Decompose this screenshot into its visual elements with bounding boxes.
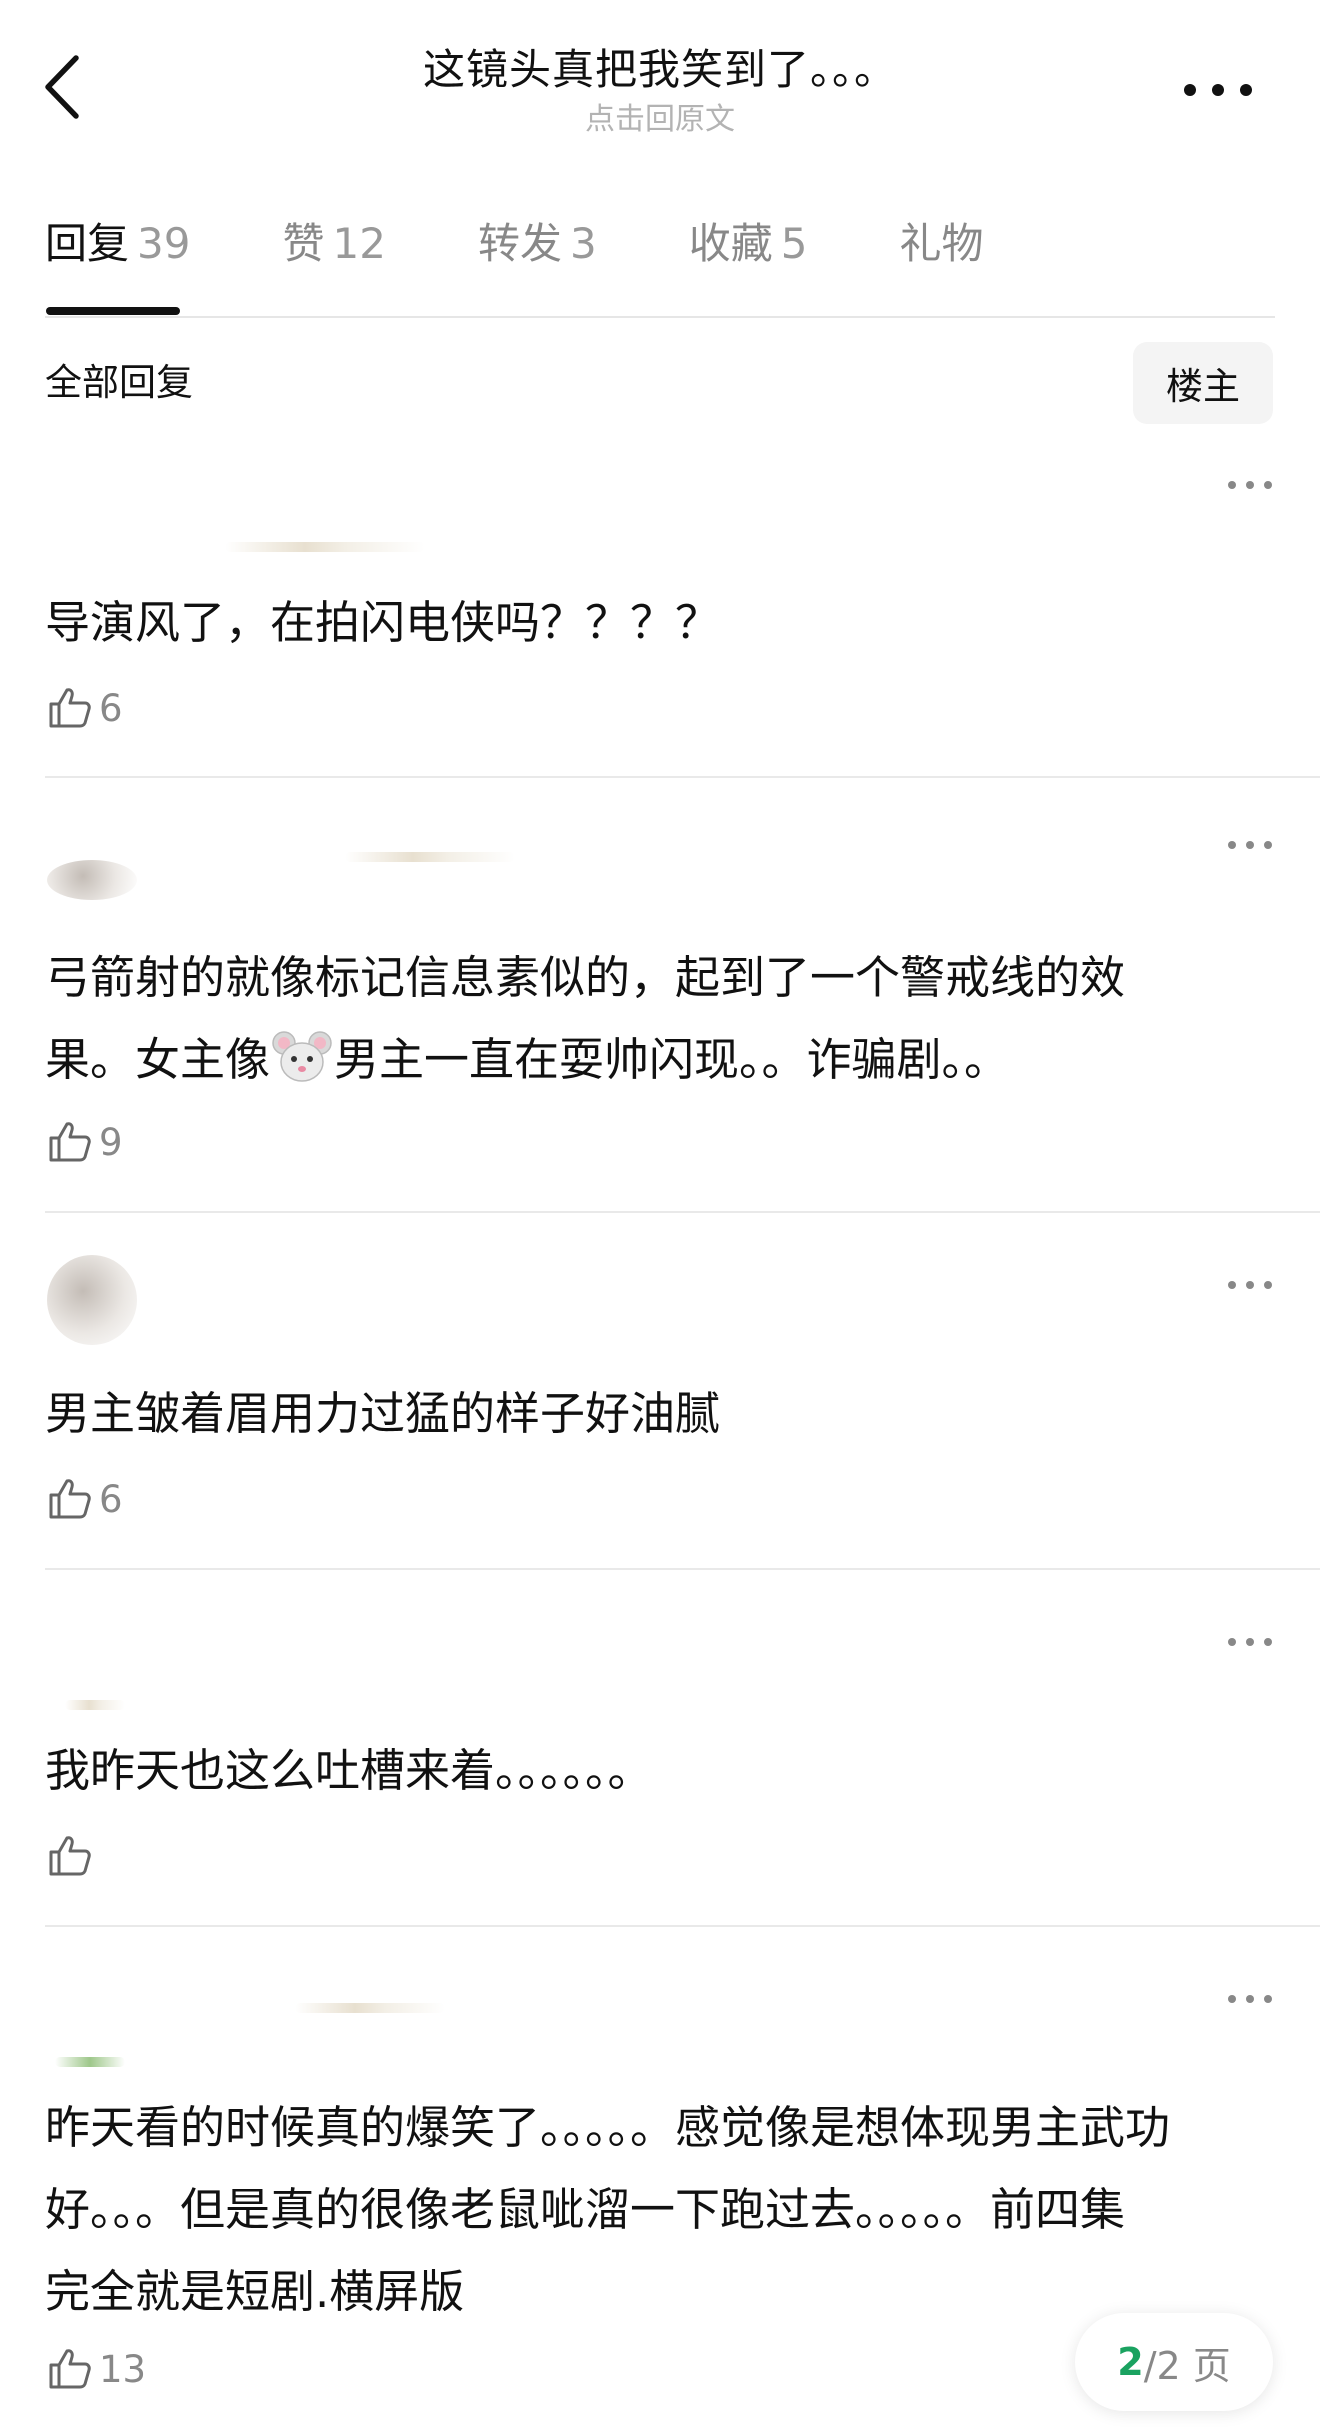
username-obscured — [345, 852, 515, 862]
thumbs-up-icon — [49, 2349, 91, 2389]
comment-divider — [45, 776, 1320, 778]
all-replies-heading: 全部回复 — [45, 361, 193, 404]
comment-text-line: 果。女主像 男主一直在耍帅闪现。。诈骗剧。。 — [45, 1019, 1295, 1101]
comment-text: 导演风了，在拍闪电侠吗？？？？ — [45, 596, 721, 649]
more-options-button[interactable] — [1178, 70, 1258, 110]
top-bar: 这镜头真把我笑到了。。。 点击回原文 — [0, 0, 1320, 170]
tab-count: 5 — [780, 219, 808, 268]
comment-text-segment: 果。女主像 — [45, 1033, 271, 1086]
comment-text: 昨天看的时候真的爆笑了。。。。。感觉像是想体现男主武功 好。。。但是真的很像老鼠… — [45, 2087, 1295, 2333]
more-horizontal-icon — [1228, 1281, 1272, 1289]
tab-favorites[interactable]: 收藏 5 — [689, 214, 808, 304]
comment-more-button[interactable] — [1225, 1627, 1275, 1657]
more-horizontal-icon — [1228, 1995, 1272, 2003]
comment-text: 男主皱着眉用力过猛的样子好油腻 — [45, 1387, 721, 1440]
tab-bar: 回复 39 赞 12 转发 3 收藏 5 礼物 — [45, 214, 1075, 304]
tab-count: 3 — [569, 219, 597, 268]
page-title: 这镜头真把我笑到了。。。 — [422, 45, 897, 94]
tab-gifts[interactable]: 礼物 — [899, 214, 983, 304]
tab-replies[interactable]: 回复 39 — [45, 214, 190, 304]
like-count: 13 — [99, 2347, 147, 2391]
like-count: 6 — [99, 686, 123, 730]
username-obscured — [295, 2003, 445, 2013]
thumbs-up-icon — [49, 1836, 91, 1876]
more-horizontal-icon — [1184, 84, 1252, 96]
more-horizontal-icon — [1228, 1638, 1272, 1646]
page-indicator[interactable]: 2/2 页 — [1075, 2313, 1273, 2411]
like-button[interactable] — [45, 1828, 99, 1884]
tab-count: 12 — [332, 219, 386, 268]
back-to-original-link[interactable]: 点击回原文 — [200, 100, 1120, 140]
more-horizontal-icon — [1228, 841, 1272, 849]
thumbs-up-icon — [49, 1479, 91, 1519]
comment-item: 男主皱着眉用力过猛的样子好油腻 6 — [45, 1215, 1320, 1565]
tab-label: 礼物 — [899, 219, 984, 268]
like-button[interactable]: 6 — [45, 680, 123, 736]
comment-text-line: 昨天看的时候真的爆笑了。。。。。感觉像是想体现男主武功 — [45, 2101, 1171, 2154]
comment-text-segment: 男主一直在耍帅闪现。。诈骗剧。。 — [334, 1033, 1010, 1086]
tab-label: 赞 — [282, 219, 325, 268]
comment-divider — [45, 1211, 1320, 1213]
username-obscured — [55, 2057, 125, 2067]
like-count: 6 — [99, 1477, 123, 1521]
tab-label: 转发 — [477, 219, 562, 268]
comment-more-button[interactable] — [1225, 1270, 1275, 1300]
comment-divider — [45, 1925, 1320, 1927]
comment-text: 我昨天也这么吐槽来着。。。。。。 — [45, 1744, 653, 1797]
comment-text: 弓箭射的就像标记信息素似的，起到了一个警戒线的效 果。女主像 男主一直在耍帅闪现。… — [45, 937, 1295, 1101]
comment-item: 导演风了，在拍闪电侠吗？？？？ 6 — [45, 440, 1320, 770]
comment-item: 弓箭射的就像标记信息素似的，起到了一个警戒线的效 果。女主像 男主一直在耍帅闪现。… — [45, 780, 1320, 1210]
chevron-left-icon — [45, 55, 79, 119]
like-button[interactable]: 9 — [45, 1114, 123, 1170]
back-button[interactable] — [40, 52, 100, 122]
like-button[interactable]: 13 — [45, 2341, 146, 2397]
total-pages-label: /2 页 — [1143, 2343, 1231, 2388]
title-area[interactable]: 这镜头真把我笑到了。。。 点击回原文 — [200, 42, 1120, 140]
tab-label: 回复 — [45, 219, 130, 268]
comment-text-line: 弓箭射的就像标记信息素似的，起到了一个警戒线的效 — [45, 951, 1126, 1004]
like-count: 9 — [99, 1120, 123, 1164]
tab-reposts[interactable]: 转发 3 — [478, 214, 597, 304]
comment-item: 我昨天也这么吐槽来着。。。。。。 — [45, 1572, 1320, 1922]
tabs-divider — [45, 316, 1275, 318]
tab-likes[interactable]: 赞 12 — [282, 214, 385, 304]
comment-divider — [45, 1568, 1320, 1570]
tab-label: 收藏 — [688, 219, 773, 268]
avatar — [47, 1255, 137, 1345]
active-tab-indicator — [46, 307, 180, 315]
comment-more-button[interactable] — [1225, 830, 1275, 860]
username-obscured — [65, 1700, 125, 1710]
comment-more-button[interactable] — [1225, 470, 1275, 500]
username-obscured — [225, 542, 425, 552]
more-horizontal-icon — [1228, 481, 1272, 489]
current-page-number: 2 — [1117, 2340, 1144, 2384]
avatar — [47, 860, 137, 900]
thumbs-up-icon — [49, 1122, 91, 1162]
comment-text-line: 好。。。但是真的很像老鼠呲溜一下跑过去。。。。。前四集 — [45, 2183, 1126, 2236]
tab-count: 39 — [137, 219, 191, 268]
thumbs-up-icon — [49, 688, 91, 728]
like-button[interactable]: 6 — [45, 1471, 123, 1527]
op-only-filter-button[interactable]: 楼主 — [1133, 342, 1273, 424]
mouse-face-emoji — [272, 1031, 332, 1082]
comment-more-button[interactable] — [1225, 1984, 1275, 2014]
